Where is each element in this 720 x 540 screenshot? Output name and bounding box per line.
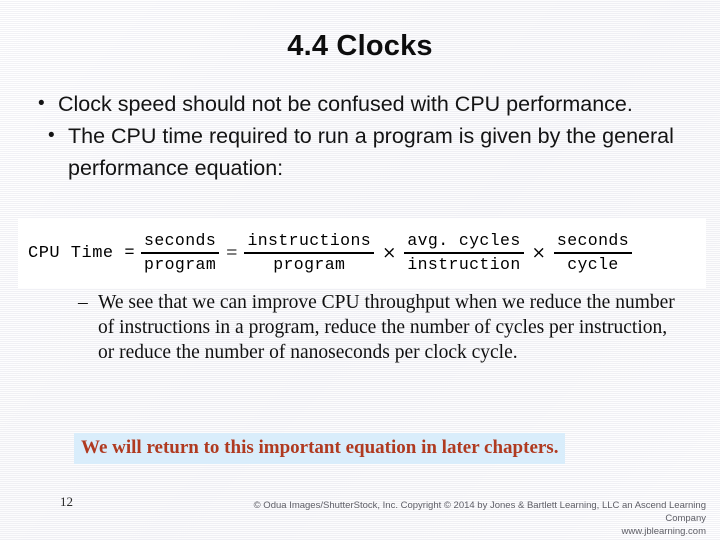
dash-bullet-icon: – (78, 292, 88, 313)
cpu-time-equation: CPU Time = seconds program = instruction… (28, 218, 633, 288)
highlighted-callout: We will return to this important equatio… (74, 433, 566, 464)
sub-bullet-note: – We see that we can improve CPU through… (78, 290, 678, 365)
footer-copyright-line: © Odua Images/ShutterStock, Inc. Copyrig… (253, 500, 706, 524)
footer-website-line: www.jblearning.com (621, 526, 706, 537)
multiply-sign-icon: × (382, 243, 397, 263)
fraction-instructions-per-program: instructions program (244, 231, 375, 275)
fraction-numerator: instructions (244, 231, 375, 254)
list-item-label: The CPU time required to run a program i… (68, 124, 674, 180)
equation-left-hand-side: CPU Time = (28, 243, 136, 263)
equals-sign: = (226, 241, 238, 264)
fraction-cycles-per-instruction: avg. cycles instruction (404, 231, 524, 275)
list-item: • The CPU time required to run a program… (30, 120, 698, 184)
fraction-seconds-per-program: seconds program (141, 231, 220, 275)
page-number: 12 (60, 494, 73, 509)
bullet-list: • Clock speed should not be confused wit… (30, 88, 698, 184)
bullet-dot-icon: • (38, 93, 45, 114)
fraction-numerator: seconds (553, 231, 633, 254)
page-title: 4.4 Clocks (287, 30, 433, 62)
multiply-sign-icon: × (531, 243, 546, 263)
list-item-label: Clock speed should not be confused with … (58, 92, 633, 116)
fraction-numerator: seconds (141, 231, 220, 254)
slide-canvas: 4.4 Clocks • Clock speed should not be c… (0, 0, 720, 540)
fraction-numerator: avg. cycles (404, 231, 524, 254)
fraction-denominator: instruction (407, 255, 521, 274)
fraction-denominator: program (144, 255, 217, 274)
sub-bullet-label: We see that we can improve CPU throughpu… (98, 292, 675, 363)
fraction-denominator: program (273, 255, 346, 274)
footer-credit: © Odua Images/ShutterStock, Inc. Copyrig… (226, 499, 706, 538)
list-item: • Clock speed should not be confused wit… (30, 88, 698, 120)
formula-panel: CPU Time = seconds program = instruction… (18, 218, 706, 288)
bullet-dot-icon: • (48, 125, 55, 146)
fraction-seconds-per-cycle: seconds cycle (553, 231, 633, 275)
fraction-denominator: cycle (567, 255, 619, 274)
